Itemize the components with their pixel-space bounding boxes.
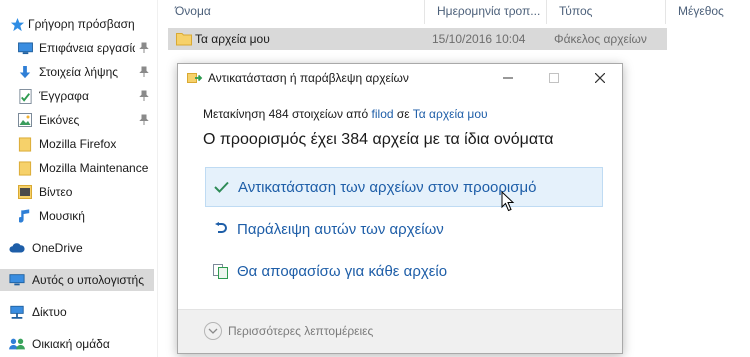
homegroup-icon [9, 336, 25, 352]
videos-icon [17, 184, 33, 200]
nav-item-desktop[interactable]: Επιφάνεια εργασίας [0, 37, 154, 59]
nav-label: Έγγραφα [39, 89, 89, 103]
column-header-size[interactable]: Μέγεθος [666, 0, 750, 24]
nav-label: Γρήγορη πρόσβαση [28, 17, 135, 31]
nav-item-music[interactable]: Μουσική [0, 205, 154, 227]
nav-quick-access[interactable]: Γρήγορη πρόσβαση [0, 13, 154, 35]
folder-icon [17, 136, 33, 152]
maximize-button[interactable] [531, 64, 577, 92]
folder-icon [176, 31, 192, 49]
close-icon [595, 73, 605, 83]
column-headers: Όνομα Ημερομηνία τροπ... Τύπος Μέγεθος [158, 0, 750, 24]
replace-files-label: Αντικατάσταση των αρχείων στον προορισμό [238, 178, 537, 196]
table-row[interactable]: Τα αρχεία μου 15/10/2016 10:04 Φάκελος α… [168, 28, 667, 50]
nav-item-mozilla-firefox[interactable]: Mozilla Firefox [0, 133, 154, 155]
star-icon [9, 16, 25, 32]
close-button[interactable] [577, 64, 623, 92]
folder-icon [17, 160, 33, 176]
move-files-icon [187, 71, 203, 88]
nav-label: Εικόνες [39, 113, 80, 127]
nav-label: Mozilla Maintenance [39, 161, 149, 175]
computer-icon [9, 272, 25, 288]
downloads-icon [17, 64, 33, 80]
nav-label: Μουσική [39, 209, 85, 223]
minimize-button[interactable] [485, 64, 531, 92]
pin-icon[interactable] [139, 66, 149, 78]
skip-icon [212, 221, 228, 237]
nav-label: Βίντεο [39, 185, 73, 199]
skip-files-label: Παράλειψη αυτών των αρχείων [237, 220, 444, 238]
dialog-title: Αντικατάσταση ή παράβλεψη αρχείων [208, 71, 409, 85]
chevron-down-icon [204, 322, 222, 340]
cloud-icon [9, 240, 25, 256]
source-link[interactable]: filod [372, 107, 394, 121]
nav-label: Επιφάνεια εργασίας [39, 41, 135, 55]
check-icon [213, 179, 229, 195]
nav-label: Οικιακή ομάδα [32, 337, 110, 351]
replace-files-option[interactable]: Αντικατάσταση των αρχείων στον προορισμό [205, 167, 603, 207]
nav-item-videos[interactable]: Βίντεο [0, 181, 154, 203]
nav-onedrive[interactable]: OneDrive [0, 237, 154, 259]
desktop-icon [17, 40, 33, 56]
column-header-date[interactable]: Ημερομηνία τροπ... [425, 0, 547, 24]
network-icon [9, 304, 25, 320]
nav-item-mozilla-maintenance[interactable]: Mozilla Maintenance [0, 157, 154, 179]
pictures-icon [17, 112, 33, 128]
nav-this-pc[interactable]: Αυτός ο υπολογιστής [0, 269, 154, 291]
status-middle: σε [393, 107, 413, 121]
nav-label: Δίκτυο [32, 305, 67, 319]
navigation-pane: Γρήγορη πρόσβαση Επιφάνεια εργασίας Στοι… [0, 0, 158, 357]
status-prefix: Μετακίνηση 484 στοιχείων από [203, 107, 372, 121]
nav-item-downloads[interactable]: Στοιχεία λήψης [0, 61, 154, 83]
replace-or-skip-dialog: Αντικατάσταση ή παράβλεψη αρχείων Μετακί… [177, 63, 623, 354]
column-header-type[interactable]: Τύπος [547, 0, 666, 24]
nav-item-documents[interactable]: Έγγραφα [0, 85, 154, 107]
more-details-button[interactable]: Περισσότερες λεπτομέρειες [204, 319, 373, 343]
pin-icon[interactable] [139, 114, 149, 126]
nav-label: OneDrive [32, 241, 83, 255]
minimize-icon [503, 77, 513, 79]
destination-link[interactable]: Τα αρχεία μου [413, 107, 488, 121]
more-details-label: Περισσότερες λεπτομέρειες [228, 324, 374, 338]
music-icon [17, 208, 33, 224]
nav-item-pictures[interactable]: Εικόνες [0, 109, 154, 131]
pin-icon[interactable] [139, 90, 149, 102]
nav-label: Στοιχεία λήψης [39, 65, 119, 79]
nav-label: Αυτός ο υπολογιστής [32, 273, 144, 287]
row-type: Φάκελος αρχείων [554, 32, 647, 46]
nav-label: Mozilla Firefox [39, 137, 117, 151]
column-header-name[interactable]: Όνομα [163, 0, 425, 24]
maximize-icon [549, 73, 559, 83]
mouse-cursor-icon [501, 190, 515, 215]
decide-each-file-label: Θα αποφασίσω για κάθε αρχείο [237, 262, 448, 280]
decide-each-file-option[interactable]: Θα αποφασίσω για κάθε αρχείο [205, 251, 603, 291]
row-date: 15/10/2016 10:04 [432, 32, 526, 46]
status-line: Μετακίνηση 484 στοιχείων από filod σε Τα… [203, 107, 488, 121]
conflict-heading: Ο προορισμός έχει 384 αρχεία με τα ίδια … [203, 131, 554, 148]
nav-homegroup[interactable]: Οικιακή ομάδα [0, 333, 154, 355]
nav-network[interactable]: Δίκτυο [0, 301, 154, 323]
skip-files-option[interactable]: Παράλειψη αυτών των αρχείων [205, 209, 603, 249]
row-name: Τα αρχεία μου [195, 32, 270, 46]
pin-icon[interactable] [139, 42, 149, 54]
compare-files-icon [212, 263, 228, 279]
documents-icon [17, 88, 33, 104]
dialog-footer: Περισσότερες λεπτομέρειες [178, 309, 622, 353]
